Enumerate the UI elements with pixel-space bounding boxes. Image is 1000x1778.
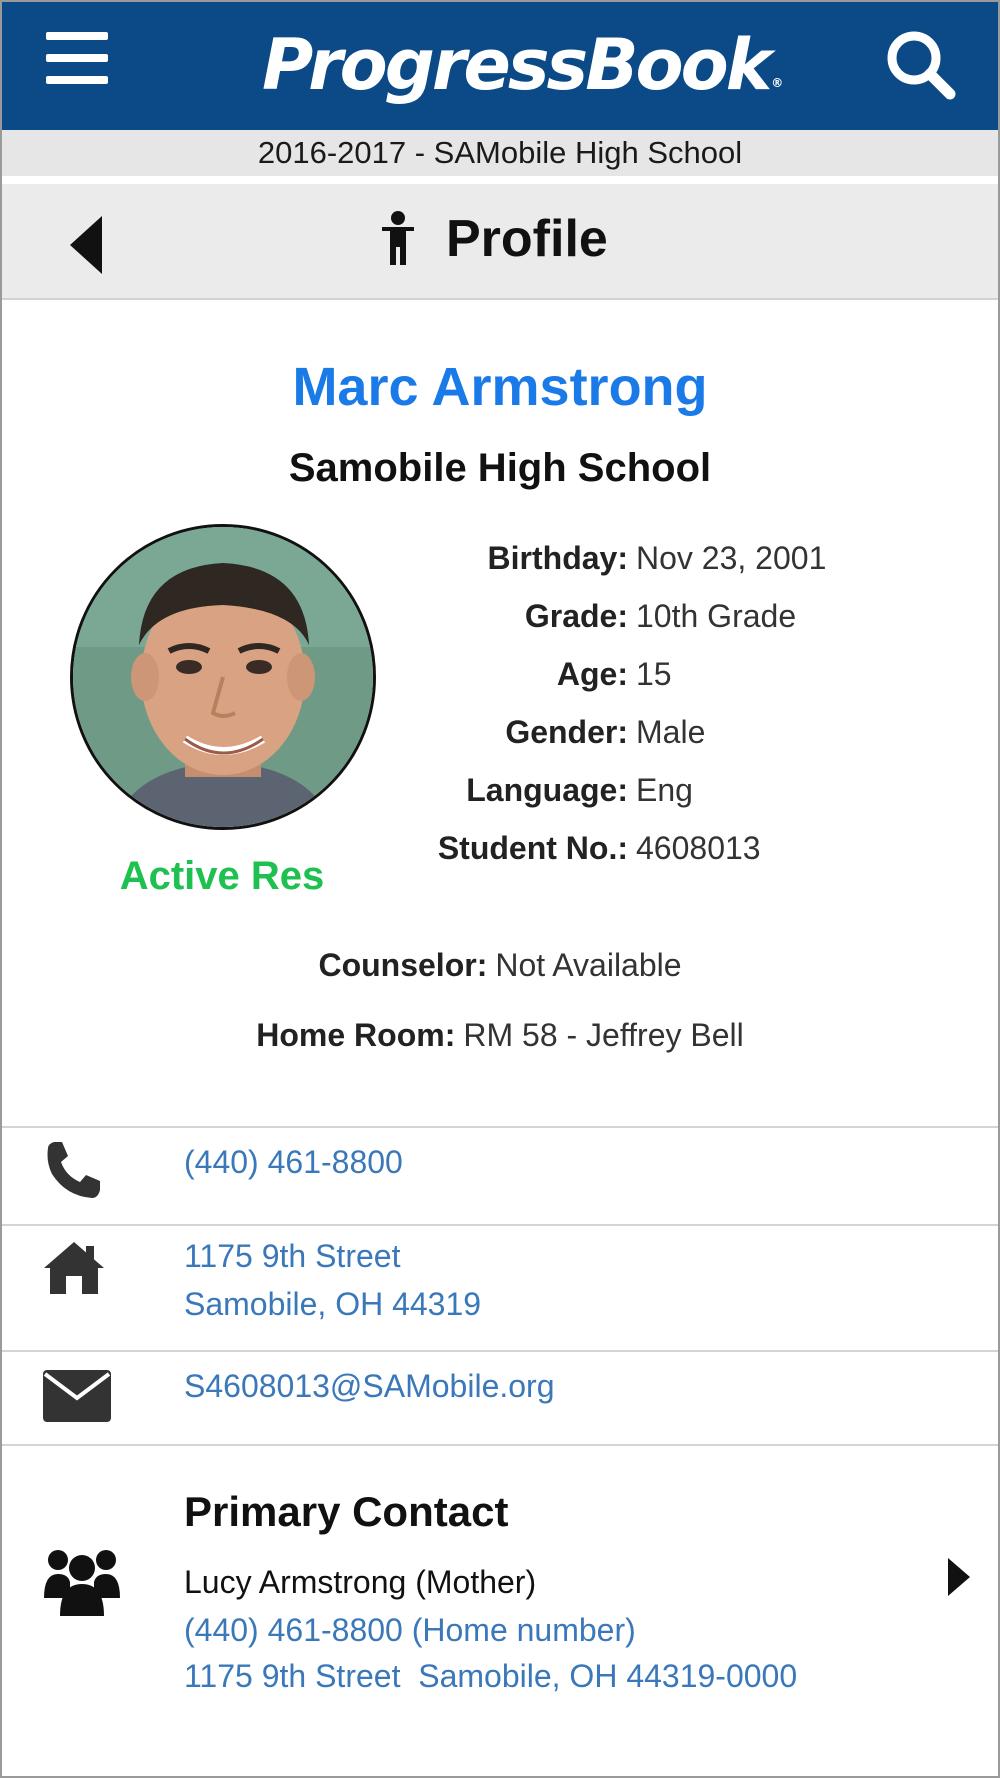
student-photo [70, 524, 376, 830]
address-line-1: 1175 9th Street [184, 1238, 401, 1274]
home-room-value: RM 58 - Jeffrey Bell [463, 1016, 744, 1053]
search-icon[interactable] [882, 26, 958, 102]
counselor-row: Counselor: Not Available [2, 944, 998, 986]
detail-row-gender: Gender: Male [382, 712, 705, 752]
address-line-2: Samobile, OH 44319 [184, 1286, 482, 1322]
page-title-text: Profile [446, 210, 608, 268]
detail-row-birthday: Birthday: Nov 23, 2001 [382, 538, 827, 578]
chevron-right-icon[interactable] [946, 1556, 972, 1598]
email-link[interactable]: S4608013@SAMobile.org [184, 1362, 555, 1410]
detail-value: 4608013 [636, 829, 761, 866]
app-frame: ProgressBook ® 2016-2017 - SAMobile High … [0, 0, 1000, 1778]
app-header: ProgressBook ® [2, 2, 998, 130]
detail-value: Eng [636, 771, 693, 808]
detail-label: Student No.: [437, 829, 628, 866]
page-title: Profile [378, 206, 608, 272]
hamburger-menu-icon[interactable] [46, 30, 110, 88]
detail-value: Male [636, 713, 706, 750]
school-year-bar: 2016-2017 - SAMobile High School [2, 130, 998, 176]
phone-link[interactable]: (440) 461-8800 [184, 1138, 403, 1186]
brand-logo: ProgressBook ® [262, 20, 783, 110]
home-icon [44, 1242, 104, 1294]
back-arrow-icon[interactable] [66, 214, 110, 276]
home-room-label: Home Room: [256, 1016, 456, 1053]
group-icon [44, 1550, 120, 1616]
detail-label: Age: [556, 655, 628, 692]
detail-row-student-number: Student No.: 4608013 [382, 828, 761, 868]
student-name: Marc Armstrong [292, 357, 708, 417]
brand-text: ProgressBook [262, 24, 772, 106]
address-row: 1175 9th Street Samobile, OH 44319 [2, 1224, 998, 1350]
detail-value: 15 [636, 655, 672, 692]
detail-label: Grade: [524, 597, 628, 634]
detail-row-language: Language: Eng [382, 770, 693, 810]
address-link[interactable]: 1175 9th Street Samobile, OH 44319 [184, 1232, 481, 1328]
page-nav-bar: Profile [2, 184, 998, 300]
primary-contact-heading: Primary Contact [184, 1488, 509, 1535]
home-room-row: Home Room: RM 58 - Jeffrey Bell [2, 1014, 998, 1056]
primary-contact-address[interactable]: 1175 9th Street Samobile, OH 44319-0000 [184, 1658, 797, 1695]
email-row: S4608013@SAMobile.org [2, 1350, 998, 1446]
enrollment-status: Active Res [119, 854, 325, 898]
primary-contact-phone[interactable]: (440) 461-8800 (Home number) [184, 1612, 636, 1649]
counselor-value: Not Available [495, 946, 682, 983]
detail-label: Language: [466, 771, 628, 808]
person-icon [382, 211, 414, 265]
detail-row-age: Age: 15 [382, 654, 672, 694]
school-name: Samobile High School [288, 446, 712, 490]
brand-registered-mark: ® [771, 76, 784, 90]
detail-value: Nov 23, 2001 [636, 539, 827, 576]
detail-row-grade: Grade: 10th Grade [382, 596, 796, 636]
detail-value: 10th Grade [636, 597, 797, 634]
phone-row: (440) 461-8800 [2, 1126, 998, 1224]
primary-contact-card[interactable]: Primary Contact Lucy Armstrong (Mother) … [2, 1444, 998, 1744]
envelope-icon [43, 1370, 111, 1422]
primary-contact-name: Lucy Armstrong (Mother) [184, 1564, 537, 1600]
counselor-label: Counselor: [318, 946, 488, 983]
detail-label: Birthday: [487, 539, 628, 576]
detail-label: Gender: [505, 713, 628, 750]
phone-icon [47, 1142, 100, 1198]
